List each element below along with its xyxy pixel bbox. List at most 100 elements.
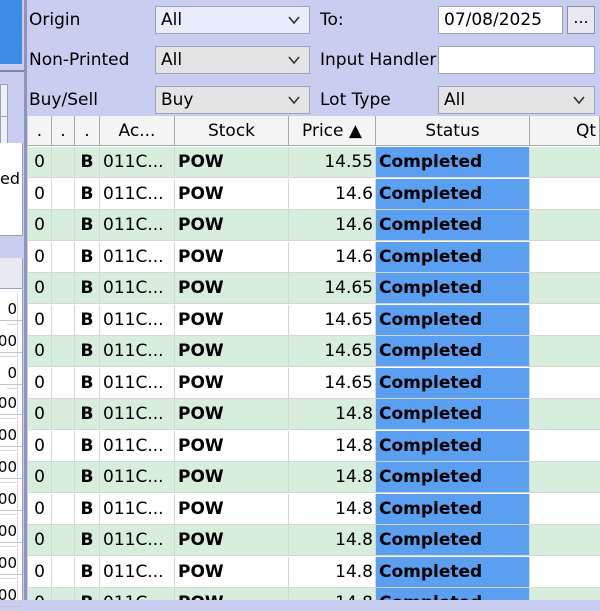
column-header[interactable]: . — [28, 116, 52, 146]
account-cell: 011C... — [100, 273, 175, 304]
row-separator — [0, 320, 22, 321]
column-header[interactable]: . — [75, 116, 100, 146]
table-row[interactable]: 0 B 011C... POW 14.6 Completed — [28, 178, 600, 210]
stock-cell: POW — [175, 493, 289, 525]
side-cell: B — [75, 399, 100, 430]
side-cell: B — [75, 493, 100, 525]
stock-cell: POW — [175, 304, 289, 336]
origin-dropdown[interactable]: All — [155, 6, 310, 34]
price-cell: 14.8 — [289, 430, 376, 462]
column-header-status[interactable]: Status — [376, 116, 530, 146]
row-separator — [0, 478, 22, 479]
non-printed-dropdown[interactable]: All — [155, 46, 310, 74]
table-row[interactable]: 0B011C...POW14.8Completed — [28, 588, 600, 600]
row-separator — [0, 352, 22, 353]
table-row[interactable]: 0 B 011C... POW 14.65 Completed — [28, 304, 600, 336]
qty-cell — [530, 368, 600, 399]
qty-cell — [530, 525, 600, 556]
left-panel-header — [0, 0, 22, 64]
side-cell: B — [75, 588, 100, 600]
left-panel-partial-text: ed — [0, 169, 20, 188]
status-cell: Completed — [376, 304, 530, 336]
qty-cell — [530, 431, 600, 462]
left-panel-button[interactable] — [0, 84, 8, 118]
column-header-account[interactable]: Ac... — [100, 116, 175, 146]
column-header-qty[interactable]: Qt — [530, 116, 600, 146]
account-cell: 011C... — [100, 430, 175, 462]
table-row[interactable]: 0 B 011C... POW 14.6 Completed — [28, 210, 600, 241]
account-cell: 011C... — [100, 556, 175, 588]
price-cell: 14.6 — [289, 241, 376, 273]
blank-cell — [52, 241, 75, 273]
input-handler-field[interactable] — [438, 46, 595, 74]
side-cell: B — [75, 430, 100, 462]
row-indicator-cell: 0 — [28, 430, 52, 462]
price-cell: 14.65 — [289, 336, 376, 367]
origin-value: All — [161, 10, 183, 30]
row-indicator-cell: 0 — [28, 493, 52, 525]
price-cell: 14.65 — [289, 367, 376, 399]
table-row[interactable]: 0 B 011C... POW 14.65 Completed — [28, 336, 600, 367]
buy-sell-dropdown[interactable]: Buy — [155, 86, 310, 114]
lot-type-dropdown[interactable]: All — [438, 86, 595, 114]
left-panel-list[interactable]: 000000000000000000 — [0, 258, 23, 611]
column-header[interactable]: . — [52, 116, 75, 146]
table-row[interactable]: 0B011C...POW14.8Completed — [28, 556, 600, 588]
side-cell: B — [75, 273, 100, 304]
left-panel-list-header — [0, 258, 22, 289]
status-cell: Completed — [376, 336, 530, 367]
left-panel-text-box: ed — [0, 143, 23, 236]
side-cell: B — [75, 462, 100, 493]
row-indicator-cell: 0 — [28, 241, 52, 273]
qty-cell — [530, 273, 600, 304]
status-cell: Completed — [376, 147, 530, 178]
table-row[interactable]: 0B011C...POW14.8Completed — [28, 493, 600, 525]
column-header-stock[interactable]: Stock — [175, 116, 289, 146]
status-cell: Completed — [376, 367, 530, 399]
blank-cell — [52, 273, 75, 304]
table-row[interactable]: 0 B 011C... POW 14.6 Completed — [28, 241, 600, 273]
to-date-value: 07/08/2025 — [444, 10, 542, 30]
row-indicator-cell: 0 — [28, 462, 52, 493]
blank-cell — [52, 210, 75, 241]
table-row[interactable]: 0B011C...POW14.8Completed — [28, 462, 600, 493]
stock-cell: POW — [175, 367, 289, 399]
account-cell: 011C... — [100, 493, 175, 525]
table-row[interactable]: 0 B 011C... POW 14.55 Completed — [28, 147, 600, 178]
account-cell: 011C... — [100, 178, 175, 210]
status-cell: Completed — [376, 178, 530, 210]
status-cell: Completed — [376, 556, 530, 588]
side-cell: B — [75, 304, 100, 336]
row-indicator-cell: 0 — [28, 556, 52, 588]
left-panel-button[interactable] — [0, 116, 8, 144]
orders-grid[interactable]: . . . Ac... Stock Price ▲ Status Qt 0 B 01… — [28, 116, 600, 600]
side-cell: B — [75, 241, 100, 273]
account-cell: 011C... — [100, 367, 175, 399]
row-indicator-cell: 0 — [28, 178, 52, 210]
price-cell: 14.6 — [289, 178, 376, 210]
side-cell: B — [75, 525, 100, 556]
status-cell: Completed — [376, 210, 530, 241]
table-row[interactable]: 0B011C...POW14.8Completed — [28, 525, 600, 556]
row-separator — [0, 384, 22, 385]
to-date-field[interactable]: 07/08/2025 — [438, 6, 563, 34]
price-cell: 14.8 — [289, 493, 376, 525]
stock-cell: POW — [175, 273, 289, 304]
side-cell: B — [75, 147, 100, 178]
date-picker-button[interactable]: ... — [567, 6, 595, 34]
panel-splitter[interactable] — [24, 0, 27, 600]
qty-cell — [530, 179, 600, 210]
table-row[interactable]: 0B011C...POW14.8Completed — [28, 430, 600, 462]
blank-cell — [52, 556, 75, 588]
table-row[interactable]: 0 B 011C... POW 14.65 Completed — [28, 273, 600, 304]
stock-cell: POW — [175, 178, 289, 210]
column-header-price[interactable]: Price ▲ — [289, 116, 376, 146]
table-row[interactable]: 0 B 011C... POW 14.65 Completed — [28, 367, 600, 399]
table-row[interactable]: 0B011C...POW14.8Completed — [28, 399, 600, 430]
side-cell: B — [75, 210, 100, 241]
account-cell: 011C... — [100, 304, 175, 336]
qty-cell — [530, 462, 600, 493]
row-indicator-cell: 0 — [28, 273, 52, 304]
blank-cell — [52, 336, 75, 367]
origin-label: Origin — [29, 10, 81, 30]
